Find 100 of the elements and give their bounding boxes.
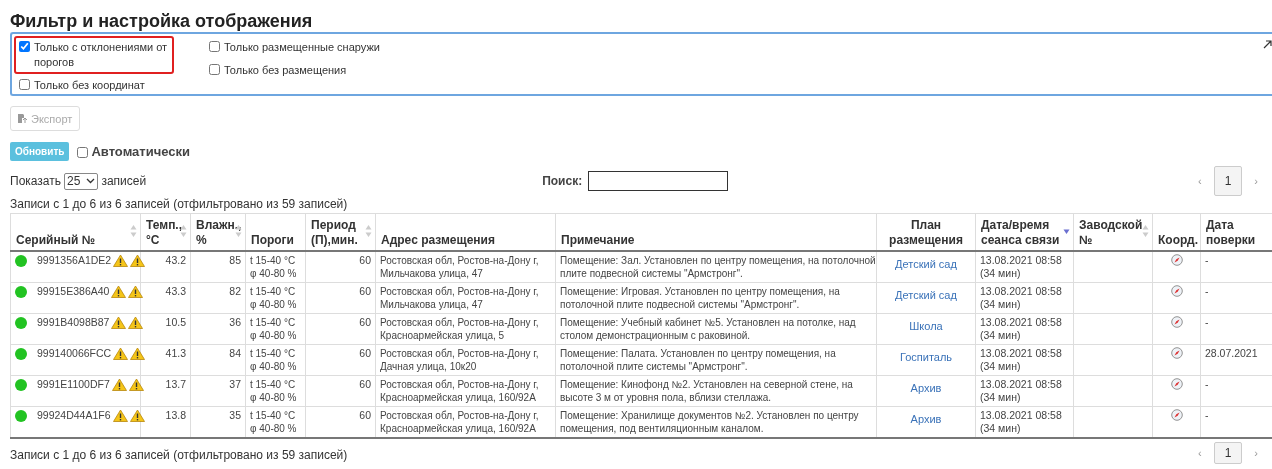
serial-number: 99924D44A1F6 xyxy=(37,409,111,422)
table-cell: 43.3 xyxy=(140,282,191,314)
table-cell: 43.2 xyxy=(140,251,191,283)
table-cell: t 15-40 °C φ 40-80 % xyxy=(245,406,306,438)
arrow-icon[interactable] xyxy=(1263,40,1272,49)
table-cell: Помещение: Игровая. Установлен по центру помещения, на потолочной плите подвесной системы "Армстронг". xyxy=(555,282,877,314)
search-label: Поиск: xyxy=(542,174,583,188)
records-info: Записи с 1 до 6 из 6 записей (отфильтровано из 59 записей) xyxy=(10,448,348,462)
table-cell: Ростовская обл, Ростов-на-Дону г, Дачная улица, 10к20 xyxy=(375,344,556,376)
plan-link[interactable]: Архив xyxy=(910,382,942,394)
table-cell: 60 xyxy=(305,344,376,376)
sort-icon xyxy=(1142,224,1149,238)
table-cell: 41.3 xyxy=(140,344,191,376)
plan-link[interactable]: Архив xyxy=(910,413,942,425)
column-header[interactable]: Заводской № xyxy=(1073,213,1153,251)
table-cell: Ростовская обл, Ростов-на-Дону г, Красноармейская улица, 160/92А xyxy=(375,375,556,407)
column-header[interactable]: Коорд. xyxy=(1152,213,1201,251)
plan-link[interactable]: Школа xyxy=(909,320,943,332)
table-cell: Ростовская обл, Ростов-на-Дону г, Красноармейская улица, 5 xyxy=(375,313,556,345)
table-cell: 60 xyxy=(305,375,376,407)
compass-icon[interactable] xyxy=(1170,378,1183,390)
filter-label: Только с отклонениями от порогов xyxy=(34,40,169,70)
table-cell: 84 xyxy=(190,344,246,376)
serial-number: 99915E386A40 xyxy=(37,285,110,298)
compass-icon[interactable] xyxy=(1170,347,1183,359)
column-header[interactable]: Дата поверки xyxy=(1200,213,1272,251)
table-cell: 60 xyxy=(305,406,376,438)
table-cell: 36 xyxy=(190,313,246,345)
column-header[interactable]: План размещения xyxy=(876,213,976,251)
compass-icon[interactable] xyxy=(1170,254,1183,266)
sort-icon xyxy=(180,224,187,238)
filter-label: Только без координат xyxy=(34,78,145,93)
table-cell: 37 xyxy=(190,375,246,407)
table-cell: 13.08.2021 08:58 (34 мин) xyxy=(975,344,1074,376)
table-cell: 82 xyxy=(190,282,246,314)
table-cell: Ростовская обл, Ростов-на-Дону г, Красноармейская улица, 160/92А xyxy=(375,406,556,438)
filter-checkbox[interactable]: Только без размещения xyxy=(204,59,352,82)
sort-icon xyxy=(365,224,372,238)
table-cell: Ростовская обл, Ростов-на-Дону г, Мильчакова улица, 47 xyxy=(375,251,556,283)
table-cell: 13.8 xyxy=(140,406,191,438)
table-cell: 60 xyxy=(305,251,376,283)
page-title: Фильтр и настройка отображения xyxy=(10,10,313,32)
table-cell: Помещение: Хранилище документов №2. Установлен по центру помещения, под вентиляционным каналом. xyxy=(555,406,877,438)
page-button[interactable]: 1 xyxy=(1213,166,1243,196)
checkbox[interactable] xyxy=(19,79,30,90)
compass-icon[interactable] xyxy=(1170,316,1183,328)
table-cell: 60 xyxy=(305,282,376,314)
column-header[interactable]: Период (П),мин. xyxy=(305,213,376,251)
table-cell: 13.7 xyxy=(140,375,191,407)
records-label: записей xyxy=(101,174,147,188)
serial-number: 9991356A1DE2 xyxy=(37,254,112,267)
table-cell: 35 xyxy=(190,406,246,438)
page-length-select[interactable]: 25 xyxy=(64,172,99,190)
show-label: Показать xyxy=(10,174,61,188)
checkbox[interactable] xyxy=(19,41,30,52)
table-cell: t 15-40 °C φ 40-80 % xyxy=(245,313,306,345)
filter-checkbox[interactable]: Только без координат xyxy=(14,74,150,97)
column-header[interactable]: Адрес размещения xyxy=(375,213,556,251)
table-cell: t 15-40 °C φ 40-80 % xyxy=(245,282,306,314)
auto-refresh-label: Автоматически xyxy=(91,144,190,159)
table-cell: 13.08.2021 08:58 (34 мин) xyxy=(975,313,1074,345)
compass-icon[interactable] xyxy=(1170,285,1183,297)
column-header[interactable]: Темп., °C xyxy=(140,213,191,251)
table-cell: 13.08.2021 08:58 (34 мин) xyxy=(975,282,1074,314)
export-icon xyxy=(17,113,28,124)
table-cell: Ростовская обл, Ростов-на-Дону г, Мильчакова улица, 47 xyxy=(375,282,556,314)
column-header[interactable]: Серийный № xyxy=(10,213,141,251)
filter-checkbox[interactable]: Только с отклонениями от порогов xyxy=(14,36,174,74)
checkbox[interactable] xyxy=(209,64,220,75)
column-header[interactable]: Дата/время сеанса связи xyxy=(975,213,1074,251)
table-cell: 60 xyxy=(305,313,376,345)
table-cell: Помещение: Зал. Установлен по центру помещения, на потолочной плите подвесной системы "Армстронг". xyxy=(555,251,877,283)
table-cell: 13.08.2021 08:58 (34 мин) xyxy=(975,406,1074,438)
serial-number: 999140066FCC xyxy=(37,347,112,360)
compass-icon[interactable] xyxy=(1170,409,1183,421)
sort-icon xyxy=(130,224,137,238)
table-cell: Помещение: Кинофонд №2. Установлен на северной стене, на высоте 3 м от уровня пола, вблизи стеллажа. xyxy=(555,375,877,407)
filter-checkbox[interactable]: Только размещенные снаружи xyxy=(204,36,385,59)
checkbox[interactable] xyxy=(209,41,220,52)
column-header[interactable]: Пороги xyxy=(245,213,306,251)
table-cell: 10.5 xyxy=(140,313,191,345)
search-field[interactable] xyxy=(588,171,729,191)
serial-number: 9991E1100DF7 xyxy=(37,378,110,391)
serial-number: 9991B4098B87 xyxy=(37,316,110,329)
chevron-down-icon xyxy=(86,178,96,184)
table-cell: 13.08.2021 08:58 (34 мин) xyxy=(975,375,1074,407)
table-cell: 85 xyxy=(190,251,246,283)
records-info: Записи с 1 до 6 из 6 записей (отфильтровано из 59 записей) xyxy=(10,197,349,211)
column-header[interactable]: Влажн., % xyxy=(190,213,246,251)
table-cell: t 15-40 °C φ 40-80 % xyxy=(245,344,306,376)
table-cell: Помещение: Палата. Установлен по центру помещения, на потолочной плите системы "Армстронг". xyxy=(555,344,877,376)
table-cell: 13.08.2021 08:58 (34 мин) xyxy=(975,251,1074,283)
filter-label: Только размещенные снаружи xyxy=(224,40,380,55)
table-cell: Помещение: Учебный кабинет №5. Установлен на потолке, над столом демонстрационным с раковиной. xyxy=(555,313,877,345)
column-header[interactable]: Примечание xyxy=(555,213,877,251)
table-cell: t 15-40 °C φ 40-80 % xyxy=(245,251,306,283)
checkbox[interactable] xyxy=(77,146,89,158)
page-button[interactable]: 1 xyxy=(1213,442,1243,464)
filter-label: Только без размещения xyxy=(224,63,347,78)
table-cell: t 15-40 °C φ 40-80 % xyxy=(245,375,306,407)
